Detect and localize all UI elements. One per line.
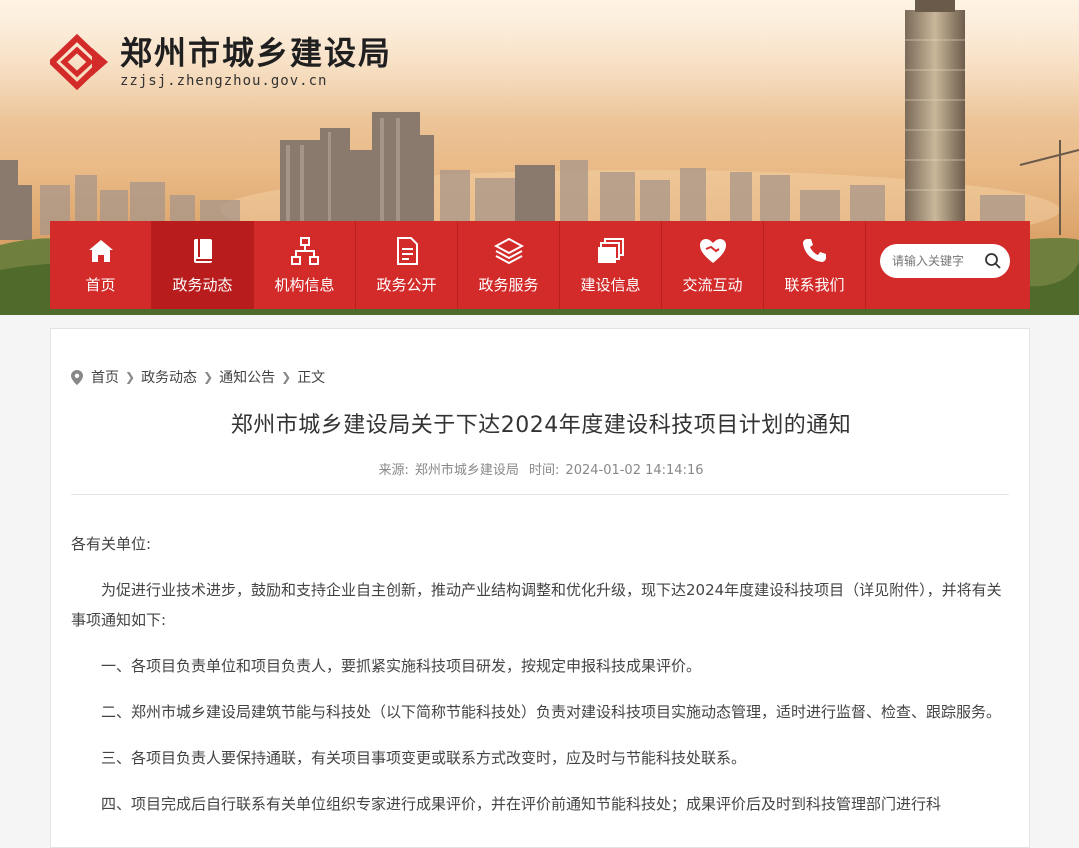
search-button[interactable]: [982, 249, 1004, 273]
org-chart-icon: [290, 236, 319, 265]
nav-item-contact[interactable]: 联系我们: [764, 221, 866, 309]
site-logo[interactable]: 郑州市城乡建设局 zzjsj.zhengzhou.gov.cn: [50, 34, 392, 90]
breadcrumb-current: 正文: [297, 370, 326, 386]
paragraph: 三、各项目负责人要保持通联，有关项目事项变更或联系方式改变时，应及时与节能科技处…: [101, 749, 747, 767]
search-box: [880, 244, 1010, 278]
nav-label: 政务动态: [172, 275, 233, 294]
nav-label: 机构信息: [274, 275, 335, 294]
breadcrumb-home[interactable]: 首页: [91, 367, 119, 387]
paragraph: 四、项目完成后自行联系有关单位组织专家进行成果评价，并在评价前通知节能科技处；成…: [101, 795, 942, 813]
logo-diamond-icon: [50, 34, 108, 90]
nav-label: 政务服务: [478, 275, 539, 294]
layers-icon: [493, 237, 524, 264]
paragraph: 为促进行业技术进步，鼓励和支持企业自主创新，推动产业结构调整和优化升级，现下达2…: [71, 581, 1002, 629]
nav-item-disclosure[interactable]: 政务公开: [356, 221, 458, 309]
main-nav: 首页 政务动态 机构信息 政务公开 政务服务 建设信息 交流互动 联系我们 请输…: [50, 221, 1030, 309]
article-title: 郑州市城乡建设局关于下达2024年度建设科技项目计划的通知: [230, 413, 852, 438]
home-icon: [88, 239, 113, 262]
nav-label: 首页: [85, 275, 116, 294]
time-label: 时间:: [529, 463, 560, 478]
article-body: 各有关单位: 为促进行业技术进步，鼓励和支持企业自主创新，推动产业结构调整和优化…: [71, 529, 1009, 835]
article-meta: 来源: 郑州市城乡建设局 时间: 2024-01-02 14:14:16: [51, 459, 1031, 478]
nav-label: 建设信息: [580, 275, 641, 294]
search-icon: [985, 253, 1001, 269]
document-icon: [396, 236, 418, 265]
nav-item-construction[interactable]: 建设信息: [560, 221, 662, 309]
nav-item-interaction[interactable]: 交流互动: [662, 221, 764, 309]
article-container: 首页 ❯ 政务动态 ❯ 通知公告 ❯ 正文 郑州市城乡建设局关于下达2024年度…: [50, 328, 1030, 848]
paragraph: 一、各项目负责单位和项目负责人，要抓紧实施科技项目研发，按规定申报科技成果评价。: [101, 657, 702, 675]
salutation: 各有关单位:: [71, 535, 152, 553]
paragraph: 二、郑州市城乡建设局建筑节能与科技处（以下简称节能科技处）负责对建设科技项目实施…: [101, 703, 1002, 721]
nav-label: 联系我们: [784, 275, 845, 294]
stack-icon: [597, 237, 624, 263]
search-input[interactable]: [890, 253, 982, 269]
nav-item-home[interactable]: 首页: [50, 221, 152, 309]
article-source: 郑州市城乡建设局: [414, 463, 519, 478]
handshake-icon: [699, 238, 726, 263]
chevron-right-icon: ❯: [125, 370, 136, 384]
location-pin-icon: [71, 369, 83, 385]
breadcrumb-notices[interactable]: 通知公告: [219, 367, 275, 387]
phone-icon: [802, 238, 826, 262]
book-icon: [193, 238, 212, 263]
breadcrumb-news[interactable]: 政务动态: [141, 367, 197, 387]
source-label: 来源:: [378, 463, 409, 478]
nav-item-news[interactable]: 政务动态: [152, 221, 254, 309]
site-url: zzjsj.zhengzhou.gov.cn: [120, 73, 328, 89]
chevron-right-icon: ❯: [203, 370, 214, 384]
nav-item-organization[interactable]: 机构信息: [254, 221, 356, 309]
divider: [71, 494, 1009, 495]
chevron-right-icon: ❯: [281, 370, 292, 384]
nav-label: 交流互动: [682, 275, 743, 294]
site-title: 郑州市城乡建设局: [120, 34, 393, 72]
article-time: 2024-01-02 14:14:16: [565, 463, 704, 478]
nav-label: 政务公开: [376, 275, 437, 294]
header-banner: 郑州市城乡建设局 zzjsj.zhengzhou.gov.cn 首页 政务动态: [0, 0, 1079, 315]
nav-item-services[interactable]: 政务服务: [458, 221, 560, 309]
breadcrumb: 首页 ❯ 政务动态 ❯ 通知公告 ❯ 正文: [71, 367, 325, 387]
